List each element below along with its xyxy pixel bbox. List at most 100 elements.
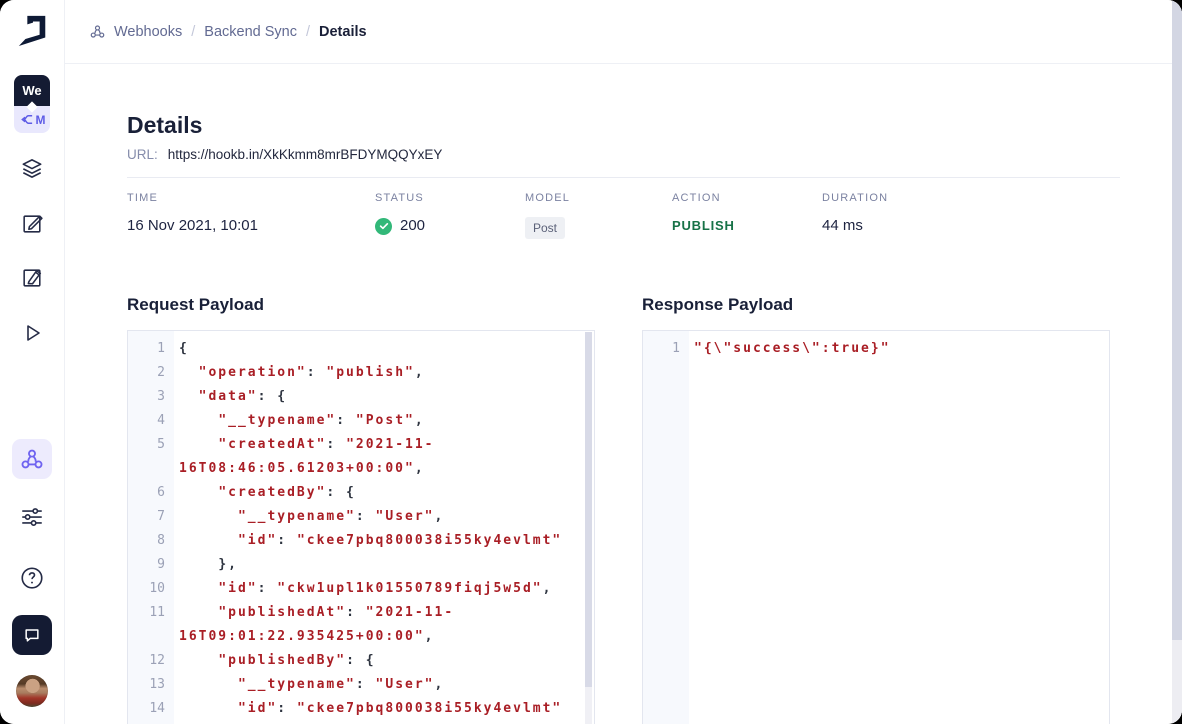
code-line: 6 "createdBy": { [128, 481, 594, 505]
code-line: 10 "id": "ckw1upl1k01550789fiqj5w5d", [128, 577, 594, 601]
code-line: 12 "publishedBy": { [128, 649, 594, 673]
code-text: "publishedBy": { [174, 649, 594, 673]
code-text: "id": "ckee7pbq800038i55ky4evlmt" [174, 697, 594, 721]
meta-label: DURATION [822, 191, 888, 205]
code-line: 8 "id": "ckee7pbq800038i55ky4evlmt" [128, 529, 594, 553]
code-text: { [174, 337, 594, 361]
code-line: 11 "publishedAt": "2021-11-16T09:01:22.9… [128, 601, 594, 649]
meta-row: TIME 16 Nov 2021, 10:01 STATUS 200 MODEL [127, 191, 1120, 239]
meta-label: ACTION [672, 191, 822, 205]
sliders-icon [19, 504, 45, 530]
code-text: "{\"success\":true}" [689, 337, 1109, 361]
line-number: 10 [128, 577, 174, 601]
webhook-icon [19, 446, 45, 472]
payloads: Request Payload 1{2 "operation": "publis… [127, 294, 1120, 724]
code-text: "operation": "publish", [174, 361, 594, 385]
line-number: 8 [128, 529, 174, 553]
line-number: 4 [128, 409, 174, 433]
request-payload-scrollbar[interactable] [585, 332, 592, 724]
sidebar-item-schema[interactable] [12, 148, 52, 188]
sidebar-item-help[interactable] [12, 558, 52, 598]
request-payload-title: Request Payload [127, 294, 595, 316]
meta-label: TIME [127, 191, 375, 205]
sidebar: We M [0, 0, 65, 724]
line-number: 6 [128, 481, 174, 505]
main-content: Details URL: https://hookb.in/XkKkmm8mrB… [64, 64, 1182, 724]
app-window: We M [0, 0, 1182, 724]
sidebar-item-assets[interactable] [12, 257, 52, 297]
line-number: 1 [643, 337, 689, 361]
divider [127, 177, 1120, 178]
meta-value: 44 ms [822, 217, 888, 235]
page-scrollbar[interactable] [1172, 0, 1182, 724]
line-number: 2 [128, 361, 174, 385]
layers-icon [19, 155, 45, 181]
sidebar-item-content[interactable] [12, 203, 52, 243]
graphcms-logo[interactable] [14, 8, 52, 52]
webhook-icon [89, 23, 106, 40]
top-bar: Webhooks / Backend Sync / Details [64, 0, 1182, 64]
code-text: "createdBy": { [174, 481, 594, 505]
code-line: 2 "operation": "publish", [128, 361, 594, 385]
response-payload-section: Response Payload 1"{\"success\":true}" [642, 294, 1110, 724]
graphcms-logo-icon [16, 10, 50, 50]
breadcrumb-backend-sync[interactable]: Backend Sync [204, 24, 297, 40]
request-payload-section: Request Payload 1{2 "operation": "publis… [127, 294, 595, 724]
status-code: 200 [400, 217, 425, 235]
code-text: "__typename": "Post", [174, 409, 594, 433]
meta-model: MODEL Post [525, 191, 672, 239]
code-line: 9 }, [128, 553, 594, 577]
code-lines: 1{2 "operation": "publish",3 "data": {4 … [128, 331, 594, 724]
page-scrollbar-thumb[interactable] [1172, 0, 1182, 640]
action-value: PUBLISH [672, 217, 822, 235]
environment-badge[interactable]: M [14, 106, 50, 133]
sidebar-item-webhooks[interactable] [12, 439, 52, 479]
code-line: 14 "id": "ckee7pbq800038i55ky4evlmt" [128, 697, 594, 721]
code-text: "publishedAt": "2021-11-16T09:01:22.9354… [174, 601, 594, 649]
line-number: 1 [128, 337, 174, 361]
breadcrumb-separator: / [306, 24, 310, 40]
check-icon [379, 221, 389, 231]
scrollbar-track [585, 687, 592, 724]
project-switcher[interactable]: We M [14, 75, 50, 133]
code-line: 7 "__typename": "User", [128, 505, 594, 529]
meta-value: Post [525, 217, 672, 239]
breadcrumb-label: Webhooks [114, 24, 182, 40]
line-number: 11 [128, 601, 174, 649]
feedback-chat-button[interactable] [12, 615, 52, 655]
user-avatar[interactable] [16, 675, 48, 707]
meta-status: STATUS 200 [375, 191, 525, 239]
code-text: "data": { [174, 385, 594, 409]
url-value: https://hookb.in/XkKkmm8mrBFDYMQQYxEY [168, 146, 443, 164]
url-row: URL: https://hookb.in/XkKkmm8mrBFDYMQQYx… [127, 146, 1120, 164]
line-number: 9 [128, 553, 174, 577]
meta-duration: DURATION 44 ms [822, 191, 888, 239]
edit-icon [20, 211, 45, 236]
line-number: 7 [128, 505, 174, 529]
sidebar-item-settings[interactable] [12, 497, 52, 537]
request-payload-code[interactable]: 1{2 "operation": "publish",3 "data": {4 … [127, 330, 595, 724]
line-number: 14 [128, 697, 174, 721]
code-line: 5 "createdAt": "2021-11-16T08:46:05.6120… [128, 433, 594, 481]
help-icon [19, 565, 45, 591]
page-title: Details [127, 111, 1120, 139]
breadcrumb-label: Backend Sync [204, 24, 297, 40]
meta-label: STATUS [375, 191, 525, 205]
meta-label: MODEL [525, 191, 672, 205]
line-number: 12 [128, 649, 174, 673]
branch-icon [19, 113, 34, 126]
breadcrumb: Webhooks / Backend Sync / Details [89, 23, 367, 40]
meta-value: 200 [375, 217, 525, 235]
code-text: "id": "ckee7pbq800038i55ky4evlmt" [174, 529, 594, 553]
line-number: 3 [128, 385, 174, 409]
line-number-gutter [643, 331, 689, 724]
code-text: "__typename": "User", [174, 505, 594, 529]
scrollbar-thumb[interactable] [585, 332, 592, 687]
breadcrumb-webhooks[interactable]: Webhooks [89, 23, 182, 40]
model-chip: Post [525, 217, 565, 239]
breadcrumb-details: Details [319, 24, 367, 40]
code-line: 3 "data": { [128, 385, 594, 409]
line-number: 13 [128, 673, 174, 697]
response-payload-code[interactable]: 1"{\"success\":true}" [642, 330, 1110, 724]
sidebar-item-api-playground[interactable] [12, 313, 52, 353]
